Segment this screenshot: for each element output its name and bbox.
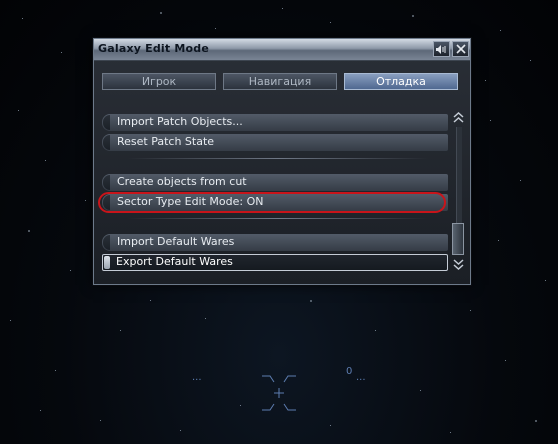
highlight-annotation [98, 192, 446, 213]
close-icon[interactable] [452, 41, 469, 57]
menu-separator [128, 218, 428, 219]
menu-item-create-objects-from-cut[interactable]: Create objects from cut [102, 174, 448, 191]
menu-scrollbar[interactable] [452, 111, 465, 271]
speaker-icon[interactable] [433, 41, 450, 57]
tab-player[interactable]: Игрок [102, 73, 216, 90]
scroll-thumb[interactable] [452, 223, 464, 255]
menu-item-export-default-wares[interactable]: Export Default Wares [102, 254, 448, 271]
target-reticle-icon [262, 375, 296, 411]
tab-debug[interactable]: Отладка [344, 73, 458, 90]
hud-left-marker: ... [192, 372, 202, 383]
menu-item-import-default-wares[interactable]: Import Default Wares [102, 234, 448, 251]
hud-counter: 0 [346, 366, 353, 377]
menu-separator [128, 158, 428, 159]
tab-navigation[interactable]: Навигация [223, 73, 337, 90]
scroll-up-icon[interactable] [453, 111, 464, 124]
galaxy-edit-mode-window: Galaxy Edit Mode Игрок Навигация Отладка… [93, 38, 471, 285]
window-title: Galaxy Edit Mode [98, 42, 210, 55]
scroll-down-icon[interactable] [453, 258, 464, 271]
tab-bar: Игрок Навигация Отладка [102, 73, 462, 91]
window-titlebar[interactable]: Galaxy Edit Mode [94, 39, 470, 61]
menu-item-import-patch-objects[interactable]: Import Patch Objects... [102, 114, 448, 131]
menu-item-reset-patch-state[interactable]: Reset Patch State [102, 134, 448, 151]
hud-right-marker: ... [356, 372, 366, 383]
